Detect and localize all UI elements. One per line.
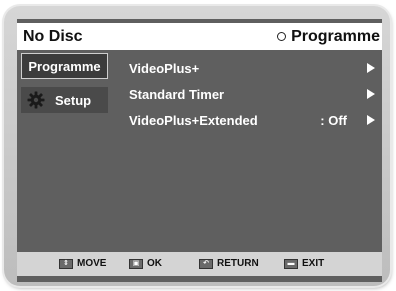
osd-screen: No Disc Programme Programme Setup VideoP… <box>17 19 382 282</box>
footer-bar: ⇕ MOVE ▣ OK ↶ RETURN ▬ EXIT <box>17 252 382 276</box>
menu-item-standard-timer[interactable]: Standard Timer <box>129 81 377 107</box>
right-arrow-icon <box>367 115 375 125</box>
menu-item-value: : Off <box>320 112 347 128</box>
menu-item-videoplus[interactable]: VideoPlus+ <box>129 55 377 81</box>
title-bar: No Disc Programme <box>17 23 382 50</box>
footer-label: EXIT <box>302 258 325 269</box>
mode-indicator: Programme <box>277 28 380 46</box>
menu-list: VideoPlus+ Standard Timer VideoPlus+Exte… <box>129 55 377 133</box>
footer-exit: ▬ EXIT <box>284 258 324 269</box>
gear-icon <box>27 91 45 109</box>
circle-icon <box>277 32 287 41</box>
right-arrow-icon <box>367 63 375 73</box>
return-icon: ↶ <box>199 258 213 269</box>
ok-icon: ▣ <box>129 258 143 269</box>
footer-label: RETURN <box>217 258 259 269</box>
page-title: No Disc <box>23 27 83 45</box>
right-arrow-icon <box>367 89 375 99</box>
menu-item-label: VideoPlus+ <box>129 60 200 76</box>
menu-item-videoplus-extended[interactable]: VideoPlus+Extended : Off <box>129 107 377 133</box>
sidebar-item-label: Programme <box>28 58 101 74</box>
footer-label: OK <box>147 258 162 269</box>
footer-move: ⇕ MOVE <box>59 258 106 269</box>
menu-item-label: Standard Timer <box>129 86 225 102</box>
sidebar-item-label: Setup <box>55 92 92 108</box>
updown-icon: ⇕ <box>59 258 73 269</box>
sidebar-item-programme[interactable]: Programme <box>21 53 108 79</box>
exit-icon: ▬ <box>284 258 298 269</box>
footer-label: MOVE <box>77 258 107 269</box>
sidebar-item-setup[interactable]: Setup <box>21 87 108 113</box>
footer-ok: ▣ OK <box>129 258 162 269</box>
footer-return: ↶ RETURN <box>199 258 259 269</box>
mode-label: Programme <box>291 27 380 45</box>
